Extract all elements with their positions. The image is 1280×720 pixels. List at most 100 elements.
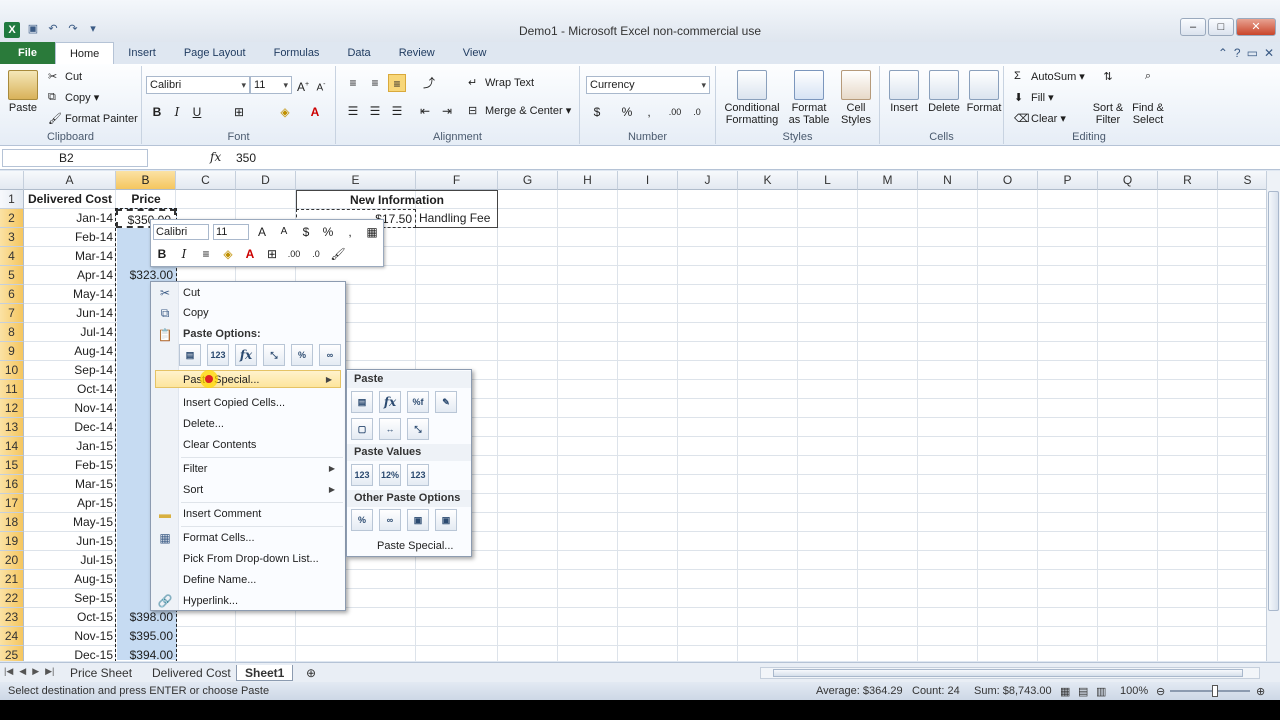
increase-decimal-icon[interactable]: .00 <box>666 103 684 121</box>
column-header-s[interactable]: S <box>1218 171 1266 190</box>
cell-a1[interactable]: Delivered Cost <box>24 190 116 209</box>
next-sheet-icon[interactable]: ▶ <box>32 666 39 677</box>
mini-format-painter-icon[interactable]: 🖌 <box>329 245 347 263</box>
row-header[interactable]: 21 <box>0 570 24 589</box>
submenu-picture-icon[interactable]: ▣ <box>407 509 429 531</box>
align-bottom-icon[interactable]: ≡ <box>388 74 406 92</box>
find-select-button[interactable]: ⌕ Find & Select <box>1128 70 1168 126</box>
tab-formulas[interactable]: Formulas <box>260 42 334 64</box>
column-header-g[interactable]: G <box>498 171 558 190</box>
cell-a6[interactable]: May-14 <box>24 285 116 304</box>
tab-home[interactable]: Home <box>54 42 115 64</box>
number-format-select[interactable]: Currency <box>586 76 710 94</box>
autosum-button[interactable]: Σ AutoSum ▾ <box>1014 70 1085 84</box>
minimize-button[interactable]: – <box>1180 18 1206 36</box>
column-header-f[interactable]: F <box>416 171 498 190</box>
cell-a7[interactable]: Jun-14 <box>24 304 116 323</box>
cell-b25[interactable]: $394.00 <box>116 646 176 661</box>
sheet-tab-sheet1[interactable]: Sheet1 <box>236 665 294 681</box>
horizontal-scrollbar[interactable] <box>760 667 1260 679</box>
mini-format-icon[interactable]: ▦ <box>363 223 381 241</box>
align-left-icon[interactable]: ☰ <box>344 102 362 120</box>
submenu-link-icon[interactable]: ∞ <box>379 509 401 531</box>
borders-icon[interactable]: ⊞ <box>230 103 248 121</box>
insert-sheet-icon[interactable]: ⊕ <box>298 665 324 681</box>
zoom-slider-thumb[interactable] <box>1212 685 1218 697</box>
sort-filter-button[interactable]: ⇅ Sort & Filter <box>1090 70 1126 126</box>
column-header-e[interactable]: E <box>296 171 416 190</box>
conditional-formatting-button[interactable]: Conditional Formatting <box>720 70 784 126</box>
cell-a13[interactable]: Dec-14 <box>24 418 116 437</box>
align-middle-icon[interactable]: ≡ <box>366 74 384 92</box>
cell-f2[interactable]: Handling Fee <box>416 209 498 228</box>
row-header[interactable]: 24 <box>0 627 24 646</box>
format-as-table-button[interactable]: Format as Table <box>786 70 832 126</box>
decrease-decimal-icon[interactable]: .0 <box>688 103 706 121</box>
cell-a10[interactable]: Sep-14 <box>24 361 116 380</box>
font-name-select[interactable]: Calibri <box>146 76 250 94</box>
row-header[interactable]: 25 <box>0 646 24 661</box>
cell-a14[interactable]: Jan-15 <box>24 437 116 456</box>
mini-currency-icon[interactable]: $ <box>297 223 315 241</box>
menu-hyperlink[interactable]: Hyperlink... <box>183 592 343 610</box>
zoom-in-icon[interactable]: ⊕ <box>1256 685 1265 698</box>
paste-button[interactable]: Paste <box>6 70 40 114</box>
submenu-paste-special[interactable]: Paste Special... <box>377 537 469 555</box>
close-workbook-icon[interactable]: ✕ <box>1264 46 1274 60</box>
row-header[interactable]: 17 <box>0 494 24 513</box>
format-painter-button[interactable]: 🖌 Format Painter <box>48 112 138 126</box>
row-header[interactable]: 9 <box>0 342 24 361</box>
mini-font-color-icon[interactable]: A <box>241 245 259 263</box>
shrink-font-icon[interactable]: A- <box>312 76 330 94</box>
cell-a23[interactable]: Oct-15 <box>24 608 116 627</box>
cell-a22[interactable]: Sep-15 <box>24 589 116 608</box>
cell-e1[interactable]: New Information <box>296 190 498 209</box>
cell-a18[interactable]: May-15 <box>24 513 116 532</box>
mini-font-select[interactable]: Calibri <box>153 224 209 240</box>
select-all-corner[interactable] <box>0 171 24 190</box>
row-header[interactable]: 8 <box>0 323 24 342</box>
menu-insert-comment[interactable]: Insert Comment <box>183 505 343 523</box>
cell-a25[interactable]: Dec-15 <box>24 646 116 661</box>
mini-borders-icon[interactable]: ⊞ <box>263 245 281 263</box>
accounting-format-icon[interactable]: $ <box>588 103 606 121</box>
column-header-b[interactable]: B <box>116 171 176 190</box>
cut-button[interactable]: ✂ Cut <box>48 70 82 84</box>
menu-paste-special[interactable]: Paste Special... ▶ <box>155 370 341 388</box>
submenu-keep-widths-icon[interactable]: ↔ <box>379 418 401 440</box>
italic-button[interactable]: I <box>168 103 186 121</box>
submenu-values-number-icon[interactable]: 12% <box>379 464 401 486</box>
row-header[interactable]: 20 <box>0 551 24 570</box>
maximize-button[interactable]: □ <box>1208 18 1234 36</box>
percent-style-icon[interactable]: % <box>618 103 636 121</box>
fill-button[interactable]: ⬇ Fill ▾ <box>1014 91 1054 105</box>
column-header-r[interactable]: R <box>1158 171 1218 190</box>
vertical-scroll-thumb[interactable] <box>1268 191 1279 611</box>
cell-a15[interactable]: Feb-15 <box>24 456 116 475</box>
increase-indent-icon[interactable]: ⇥ <box>438 102 456 120</box>
paste-option-formulas-icon[interactable]: fx <box>235 344 257 366</box>
column-header-c[interactable]: C <box>176 171 236 190</box>
cell-b24[interactable]: $395.00 <box>116 627 176 646</box>
sheet-tab-delivered-cost[interactable]: Delivered Cost <box>144 665 239 681</box>
row-header[interactable]: 10 <box>0 361 24 380</box>
row-header[interactable]: 15 <box>0 456 24 475</box>
tab-insert[interactable]: Insert <box>114 42 170 64</box>
orientation-icon[interactable]: ⤴ <box>420 74 438 92</box>
menu-copy[interactable]: Copy <box>183 304 343 322</box>
tab-review[interactable]: Review <box>385 42 449 64</box>
row-header[interactable]: 13 <box>0 418 24 437</box>
column-header-l[interactable]: L <box>798 171 858 190</box>
cell-a12[interactable]: Nov-14 <box>24 399 116 418</box>
page-break-view-icon[interactable]: ▥ <box>1096 685 1106 698</box>
paste-option-values-icon[interactable]: 123 <box>207 344 229 366</box>
grow-font-icon[interactable]: A+ <box>294 76 312 94</box>
clear-button[interactable]: ⌫Clear ▾ <box>1014 112 1066 126</box>
zoom-out-icon[interactable]: ⊖ <box>1156 685 1165 698</box>
menu-sort[interactable]: Sort ▶ <box>183 481 343 499</box>
row-header[interactable]: 23 <box>0 608 24 627</box>
menu-pick-from-list[interactable]: Pick From Drop-down List... <box>183 550 343 568</box>
submenu-keep-source-icon[interactable]: ✎ <box>435 391 457 413</box>
prev-sheet-icon[interactable]: ◀ <box>19 666 26 677</box>
column-header-a[interactable]: A <box>24 171 116 190</box>
